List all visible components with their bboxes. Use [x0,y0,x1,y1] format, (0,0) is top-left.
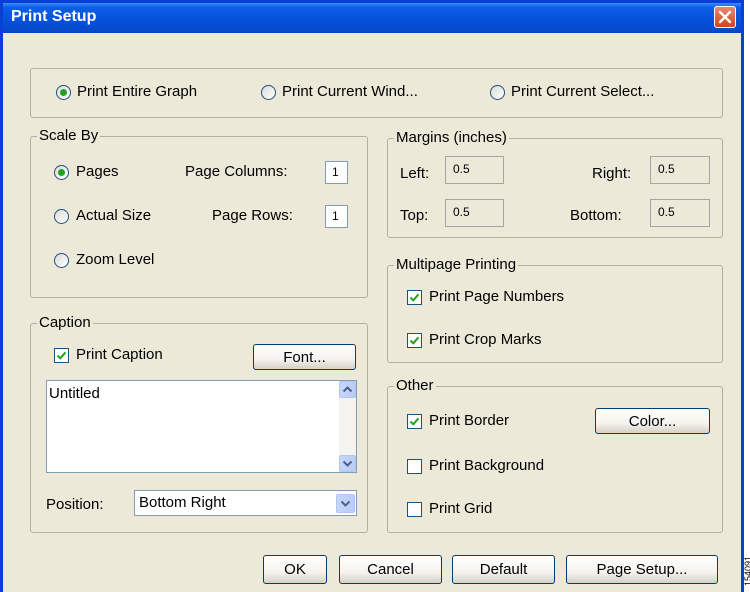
radio-print-entire-graph[interactable] [56,85,71,100]
print-current-selection-label: Print Current Select... [511,83,655,100]
position-label: Position: [46,496,104,513]
figure-id-text: 154091 [743,555,750,586]
bottom-margin-input[interactable]: 0.5 [650,199,710,227]
print-grid-label: Print Grid [429,500,493,517]
bottom-margin-label: Bottom: [570,207,622,224]
radio-print-current-selection[interactable] [490,85,505,100]
scale-by-group: Scale By Pages Page Columns: 1 Actual Si… [30,127,368,298]
zoom-level-label: Zoom Level [76,251,155,268]
print-page-numbers-label: Print Page Numbers [429,288,565,305]
left-margin-label: Left: [400,165,430,182]
color-button[interactable]: Color... [595,408,710,434]
caption-textarea[interactable]: Untitled [46,380,357,473]
print-caption-label: Print Caption [76,346,163,363]
chevron-down-icon [340,500,351,507]
chevron-down-icon [342,460,353,467]
radio-zoom-level[interactable] [54,253,69,268]
page-setup-button[interactable]: Page Setup... [566,555,718,584]
radio-actual-size[interactable] [54,209,69,224]
print-current-window-label: Print Current Wind... [282,83,418,100]
top-margin-input[interactable]: 0.5 [445,199,504,227]
close-button[interactable] [714,6,736,28]
right-margin-label: Right: [592,165,632,182]
default-button[interactable]: Default [452,555,555,584]
caption-scrollbar[interactable] [339,381,356,472]
right-margin-input[interactable]: 0.5 [650,156,710,184]
position-select[interactable]: Bottom Right [134,490,357,516]
print-setup-dialog: Print Setup Print Entire Graph Print Cur… [0,0,744,592]
page-columns-input[interactable]: 1 [325,161,348,184]
position-dropdown-button[interactable] [336,494,355,513]
margins-group: Margins (inches) Left: 0.5 Right: 0.5 To… [387,129,723,238]
page-rows-input[interactable]: 1 [325,205,348,228]
checkmark-icon [409,417,420,426]
chevron-up-icon [342,386,353,393]
scale-by-legend: Scale By [37,127,101,144]
print-entire-graph-label: Print Entire Graph [77,83,198,100]
print-border-checkbox[interactable] [407,414,422,429]
top-margin-label: Top: [400,207,429,224]
margins-legend: Margins (inches) [394,129,509,146]
other-legend: Other [394,377,436,394]
dialog-title: Print Setup [11,8,97,25]
print-range-group: Print Entire Graph Print Current Wind...… [30,68,723,118]
font-button[interactable]: Font... [253,344,356,370]
multipage-legend: Multipage Printing [394,256,519,273]
print-crop-marks-checkbox[interactable] [407,333,422,348]
close-icon [718,10,732,24]
radio-print-current-window[interactable] [261,85,276,100]
checkmark-icon [409,336,420,345]
print-caption-checkbox[interactable] [54,348,69,363]
title-bar: Print Setup [3,3,741,33]
scroll-up-button[interactable] [339,381,356,398]
print-background-label: Print Background [429,457,545,474]
print-grid-checkbox[interactable] [407,502,422,517]
cancel-button[interactable]: Cancel [339,555,442,584]
page-rows-label: Page Rows: [212,207,293,224]
caption-text: Untitled [49,385,100,402]
pages-label: Pages [76,163,119,180]
caption-group: Caption Print Caption Font... Untitled P… [30,314,368,533]
radio-pages[interactable] [54,165,69,180]
actual-size-label: Actual Size [76,207,152,224]
caption-legend: Caption [37,314,93,331]
print-background-checkbox[interactable] [407,459,422,474]
side-margin: 154091 [743,0,750,592]
ok-button[interactable]: OK [263,555,327,584]
checkmark-icon [56,351,67,360]
other-group: Other Print Border Color... Print Backgr… [387,377,723,533]
print-crop-marks-label: Print Crop Marks [429,331,542,348]
page-columns-label: Page Columns: [185,163,288,180]
multipage-group: Multipage Printing Print Page Numbers Pr… [387,256,723,363]
left-margin-input[interactable]: 0.5 [445,156,504,184]
print-border-label: Print Border [429,412,510,429]
position-value: Bottom Right [139,494,226,511]
checkmark-icon [409,293,420,302]
scroll-down-button[interactable] [339,455,356,472]
print-page-numbers-checkbox[interactable] [407,290,422,305]
